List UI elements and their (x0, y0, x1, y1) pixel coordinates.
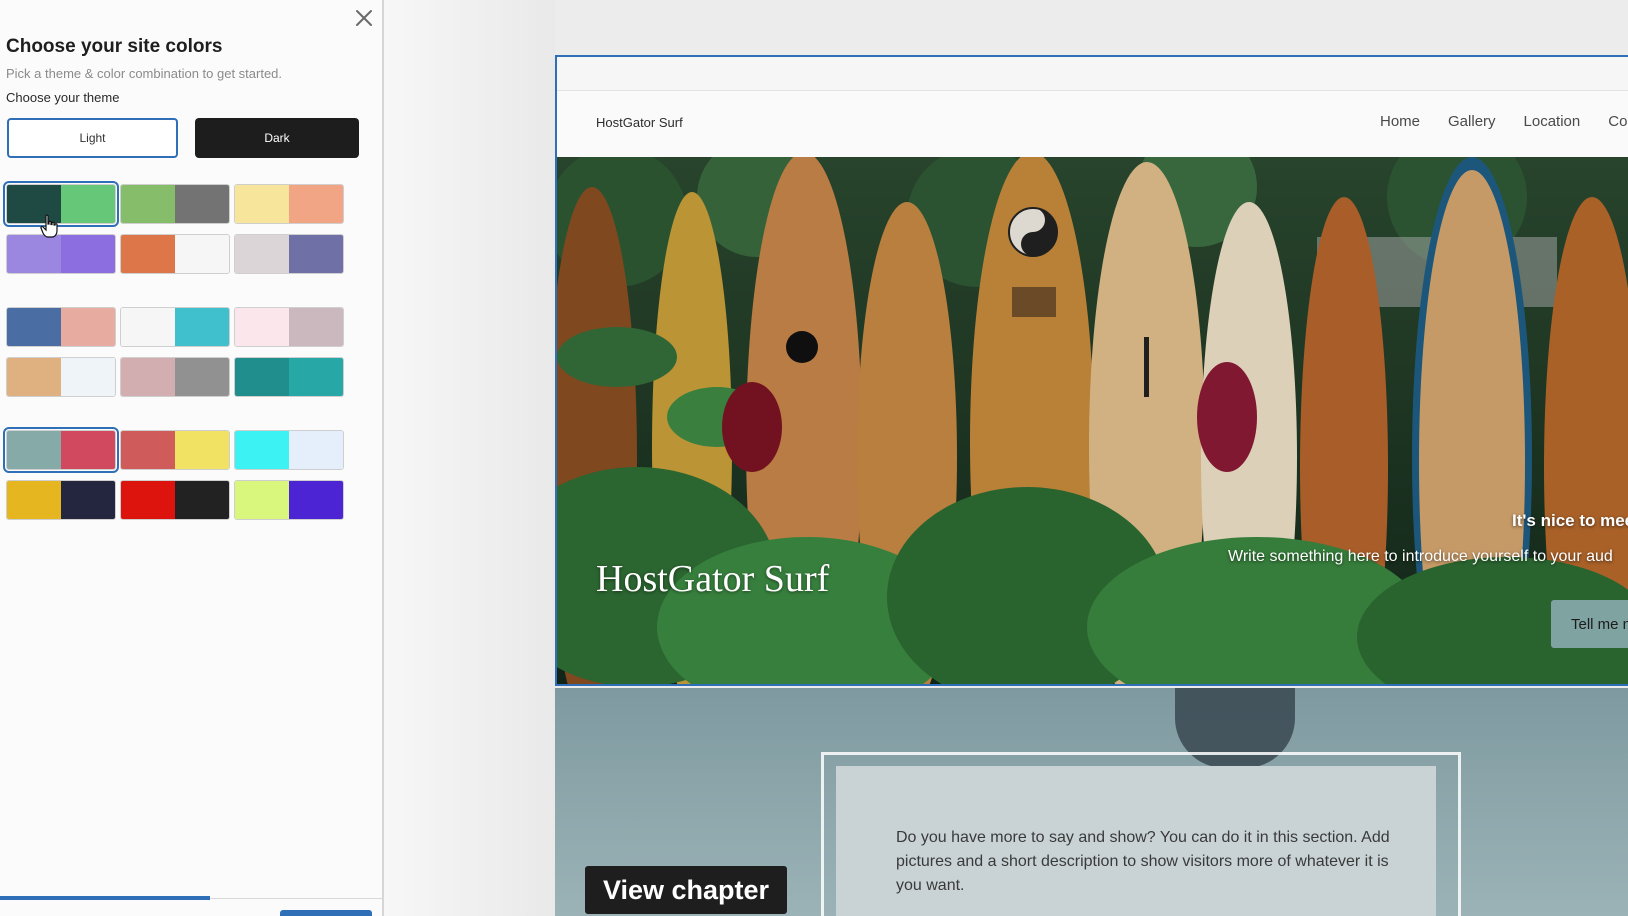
hero-cta-button[interactable]: Tell me n (1551, 600, 1628, 648)
swatch-color-primary (235, 481, 289, 519)
hero-greeting[interactable]: It's nice to mee (1512, 511, 1628, 531)
color-swatch-12[interactable] (234, 357, 344, 397)
swatch-color-secondary (289, 358, 343, 396)
hand-cursor-icon (40, 214, 58, 238)
content-card[interactable]: Do you have more to say and show? You ca… (836, 766, 1436, 916)
color-swatch-4[interactable] (6, 234, 116, 274)
hero-intro-text[interactable]: Write something here to introduce yourse… (1228, 548, 1613, 566)
swatch-color-primary (121, 481, 175, 519)
hero-surfboards-image (557, 157, 1628, 684)
swatch-color-primary (235, 235, 289, 273)
swatch-color-secondary (175, 431, 229, 469)
color-swatch-17[interactable] (120, 480, 230, 520)
swatch-color-primary (235, 308, 289, 346)
site-logo-text[interactable]: HostGator Surf (596, 115, 683, 130)
nav-link-cor[interactable]: Cor (1608, 113, 1628, 130)
swatch-color-primary (7, 235, 61, 273)
progress-bar (0, 896, 211, 900)
swatch-color-secondary (61, 431, 115, 469)
swatch-color-primary (235, 185, 289, 223)
nav-link-location[interactable]: Location (1524, 113, 1581, 130)
color-swatch-10[interactable] (6, 357, 116, 397)
swatch-color-primary (235, 431, 289, 469)
color-swatch-11[interactable] (120, 357, 230, 397)
swatch-color-primary (121, 358, 175, 396)
swatch-color-secondary (289, 431, 343, 469)
site-header: HostGator Surf Home Gallery Location Cor (557, 91, 1628, 157)
site-preview[interactable]: HostGator Surf Home Gallery Location Cor (555, 55, 1628, 686)
swatch-color-secondary (175, 308, 229, 346)
swatch-color-secondary (61, 235, 115, 273)
nav-link-gallery[interactable]: Gallery (1448, 113, 1496, 130)
view-chapter-button[interactable]: View chapter (585, 866, 787, 914)
color-swatch-2[interactable] (120, 184, 230, 224)
color-swatch-15[interactable] (234, 430, 344, 470)
next-button[interactable] (280, 910, 372, 916)
color-swatch-13[interactable] (3, 427, 119, 473)
swatch-color-secondary (289, 235, 343, 273)
swatch-color-secondary (61, 185, 115, 223)
color-swatch-9[interactable] (234, 307, 344, 347)
site-nav: Home Gallery Location Cor (1380, 113, 1628, 130)
swatch-color-primary (121, 185, 175, 223)
swatch-color-primary (235, 358, 289, 396)
swatch-color-primary (121, 235, 175, 273)
color-swatch-8[interactable] (120, 307, 230, 347)
color-swatch-14[interactable] (120, 430, 230, 470)
preview-top-bar (557, 57, 1628, 91)
swatch-color-secondary (61, 358, 115, 396)
hero-title[interactable]: HostGator Surf (596, 557, 829, 601)
nav-link-home[interactable]: Home (1380, 113, 1420, 130)
swatch-color-primary (7, 481, 61, 519)
swatch-color-secondary (289, 185, 343, 223)
swatch-color-secondary (61, 481, 115, 519)
color-swatch-16[interactable] (6, 480, 116, 520)
swatch-color-secondary (289, 308, 343, 346)
color-swatch-1[interactable] (3, 181, 119, 227)
hero-section: HostGator Surf It's nice to mee Write so… (557, 157, 1628, 684)
swatch-color-secondary (61, 308, 115, 346)
color-swatch-18[interactable] (234, 480, 344, 520)
swatch-color-secondary (175, 185, 229, 223)
swatch-color-secondary (175, 481, 229, 519)
swatch-color-primary (7, 308, 61, 346)
color-swatch-7[interactable] (6, 307, 116, 347)
color-swatch-5[interactable] (120, 234, 230, 274)
color-swatch-3[interactable] (234, 184, 344, 224)
color-swatch-6[interactable] (234, 234, 344, 274)
editor-canvas-gutter (384, 0, 555, 916)
swatch-color-secondary (289, 481, 343, 519)
swatch-color-primary (121, 308, 175, 346)
swatch-color-secondary (175, 358, 229, 396)
swatch-color-primary (121, 431, 175, 469)
swatch-color-primary (7, 358, 61, 396)
site-colors-panel: Choose your site colors Pick a theme & c… (0, 0, 384, 916)
swatch-color-primary (7, 431, 61, 469)
color-palette-grid (0, 0, 384, 560)
section-text[interactable]: Do you have more to say and show? You ca… (896, 826, 1396, 898)
swatch-color-secondary (175, 235, 229, 273)
